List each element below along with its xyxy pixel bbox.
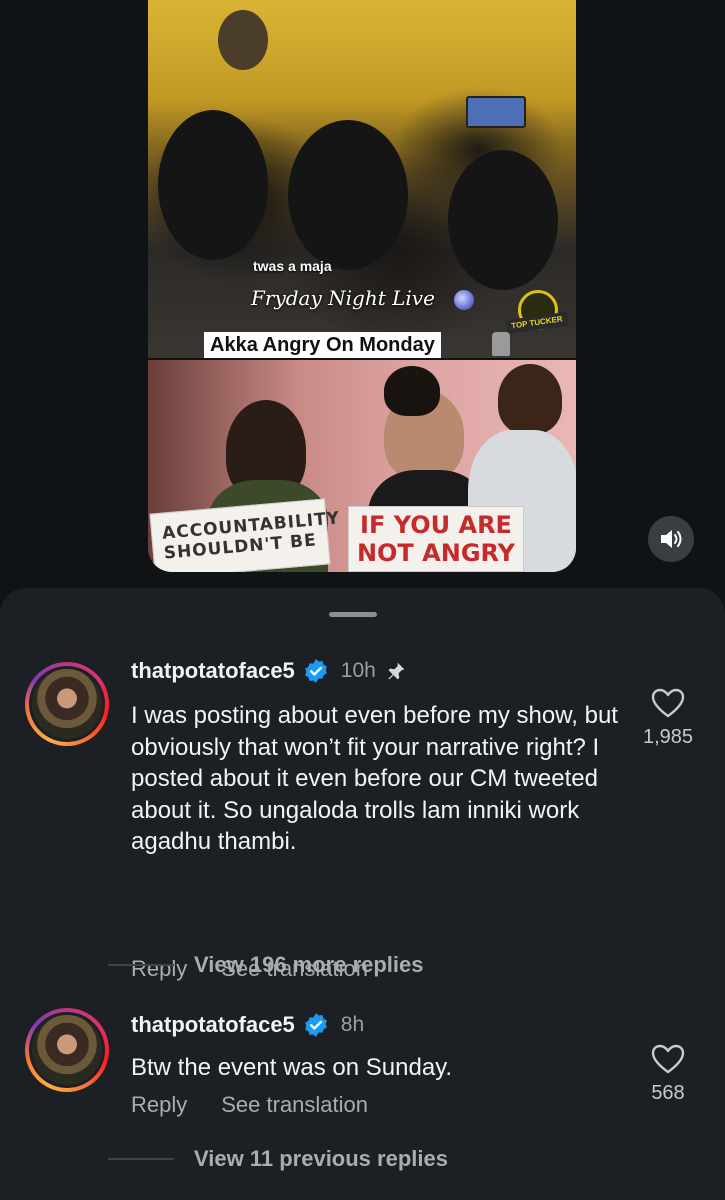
comments-sheet: thatpotatoface5 10h I was posting about … xyxy=(0,588,725,1200)
audience-head xyxy=(288,120,408,270)
comment-time: 8h xyxy=(340,1013,365,1036)
comment-time: 10h xyxy=(340,659,376,682)
audience-head xyxy=(158,110,268,260)
comment-text: Btw the event was on Sunday. xyxy=(131,1054,453,1081)
username[interactable]: thatpotatoface5 xyxy=(131,1012,295,1038)
like-count: 1,985 xyxy=(642,726,694,748)
video-overlay-title: Fryday Night Live xyxy=(251,286,435,310)
moai-icon xyxy=(492,332,510,356)
mute-button[interactable] xyxy=(648,516,694,562)
like-button[interactable]: 1,985 xyxy=(623,688,713,749)
avatar[interactable] xyxy=(25,1008,109,1092)
video-frame-top: twas a maja Fryday Night Live TOP TUCKER… xyxy=(148,0,576,358)
heart-icon xyxy=(651,1044,685,1074)
performer xyxy=(218,10,268,70)
protester xyxy=(498,364,562,434)
pin-icon xyxy=(388,662,405,680)
divider xyxy=(108,1158,174,1160)
video-overlay-text: twas a maja xyxy=(253,258,332,274)
view-replies-label[interactable]: View 196 more replies xyxy=(194,952,424,978)
comment-header: thatpotatoface5 10h xyxy=(131,658,406,684)
reel-video[interactable]: twas a maja Fryday Night Live TOP TUCKER… xyxy=(148,0,576,572)
heart-icon xyxy=(651,688,685,718)
video-frame-bottom: ACCOUNTABILITY SHOULDN'T BE IF YOU ARE N… xyxy=(148,360,576,572)
like-button[interactable]: 568 xyxy=(623,1044,713,1105)
username[interactable]: thatpotatoface5 xyxy=(131,658,295,684)
divider xyxy=(108,964,174,966)
protest-sign-left: ACCOUNTABILITY SHOULDN'T BE xyxy=(149,498,341,572)
video-caption: Akka Angry On Monday xyxy=(204,332,441,358)
audience-head xyxy=(448,150,558,290)
comment-text: I was posting about even before my show,… xyxy=(131,702,618,855)
like-count: 568 xyxy=(651,1082,685,1104)
view-replies-label[interactable]: View 11 previous replies xyxy=(194,1146,448,1172)
avatar[interactable] xyxy=(25,662,109,746)
drag-handle[interactable] xyxy=(329,612,377,617)
protest-sign-right: IF YOU ARE NOT ANGRY xyxy=(348,506,524,572)
verified-badge-icon xyxy=(304,659,327,683)
stage-screen xyxy=(466,96,526,128)
comment-header: thatpotatoface5 8h xyxy=(131,1012,364,1038)
protester xyxy=(384,366,440,416)
reply-button[interactable]: Reply xyxy=(131,1092,187,1118)
view-replies-1[interactable]: View 196 more replies xyxy=(108,952,424,978)
verified-badge-icon xyxy=(304,1013,327,1037)
channel-logo: TOP TUCKER xyxy=(505,290,572,340)
view-replies-2[interactable]: View 11 previous replies xyxy=(108,1146,448,1172)
see-translation-button[interactable]: See translation xyxy=(221,1092,368,1118)
comment-actions: Reply See translation xyxy=(131,1092,368,1118)
globe-icon xyxy=(454,290,474,310)
speaker-icon xyxy=(661,530,682,548)
